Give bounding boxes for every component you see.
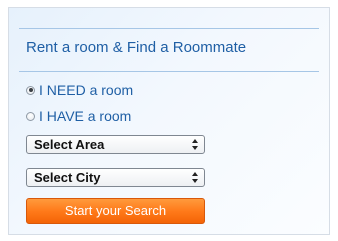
have-room-label: I HAVE a room <box>39 108 132 124</box>
need-room-label: I NEED a room <box>39 82 134 98</box>
top-divider <box>19 28 319 29</box>
roommate-search-widget: Rent a room & Find a Roommate I NEED a r… <box>8 7 330 235</box>
need-room-option[interactable]: I NEED a room <box>26 82 133 98</box>
area-select-value: Select Area <box>34 137 105 152</box>
city-select-value: Select City <box>34 170 101 185</box>
need-room-radio[interactable] <box>26 85 35 95</box>
area-select-arrows-icon <box>192 139 199 150</box>
have-room-radio[interactable] <box>26 111 35 121</box>
area-select[interactable]: Select Area <box>26 135 205 154</box>
start-search-button[interactable]: Start your Search <box>26 198 205 224</box>
city-select-arrows-icon <box>192 172 199 183</box>
city-select[interactable]: Select City <box>26 168 205 187</box>
widget-title: Rent a room & Find a Roommate <box>26 39 247 56</box>
have-room-option[interactable]: I HAVE a room <box>26 108 131 124</box>
title-divider <box>19 71 319 72</box>
